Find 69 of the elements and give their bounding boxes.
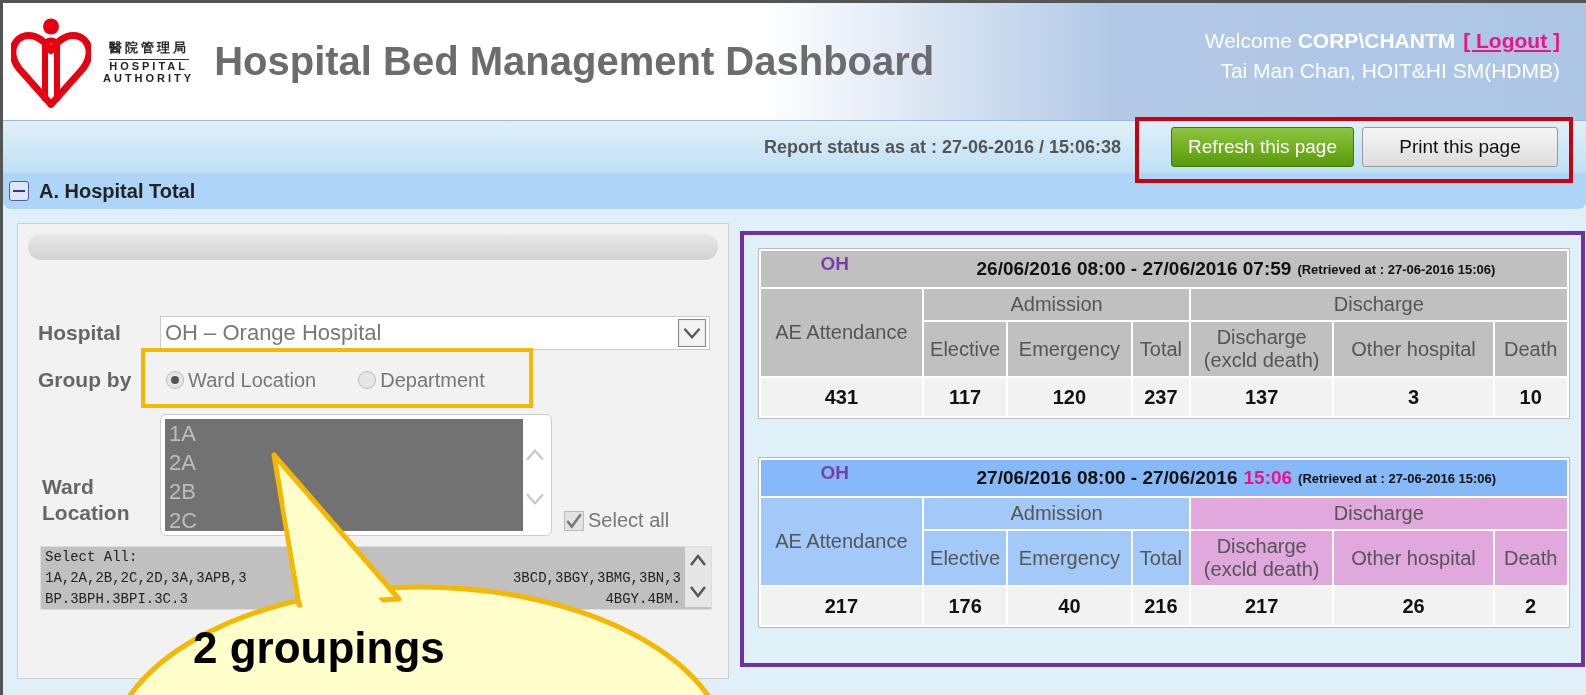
radio-label[interactable]: Ward Location: [188, 368, 317, 392]
column-header: Other hospital: [1333, 530, 1494, 586]
logout-link[interactable]: [ Logout ]: [1463, 29, 1560, 53]
table-cell: 217: [759, 586, 924, 626]
hospital-code: OH: [820, 252, 851, 275]
table-cell: 40: [1007, 586, 1132, 626]
column-header: Emergency: [1007, 530, 1132, 586]
retrieved-text: (Retrieved at : 27-06-2016 15:06): [1298, 470, 1497, 486]
selection-text: BP.3BPH.3BPI.3C.3: [45, 590, 188, 609]
checkbox-label[interactable]: Select all: [588, 509, 670, 532]
field-label: Hospital: [38, 321, 122, 345]
table-cell: 216: [1131, 586, 1191, 626]
column-header: Other hospital: [1333, 321, 1494, 377]
column-group-header: Admission: [923, 497, 1191, 530]
column-header: Total: [1131, 530, 1191, 586]
column-header: Emergency: [1007, 321, 1132, 377]
print-button[interactable]: Print this page: [1362, 127, 1558, 167]
table-cell: 120: [1007, 377, 1132, 417]
column-header: Elective: [923, 321, 1008, 377]
logo-text: AUTHORITY: [103, 72, 195, 84]
retrieved-text: (Retrieved at : 27-06-2016 15:06): [1297, 261, 1496, 277]
table-cell: 10: [1493, 377, 1568, 417]
select-all-checkbox[interactable]: [564, 510, 584, 531]
radio-label[interactable]: Department: [380, 368, 485, 392]
table-cell: 117: [923, 377, 1008, 417]
table-cell: 431: [759, 377, 924, 417]
welcome-text: Welcome CORP\CHANTM: [1204, 29, 1456, 53]
field-label: Ward Location: [42, 473, 131, 526]
section-title: A. Hospital Total: [39, 179, 196, 203]
column-group-header: Admission: [923, 288, 1191, 321]
selection-text: 3BCD,3BGY,3BMG,3BN,3: [512, 569, 681, 588]
column-header: Discharge (excld death): [1190, 321, 1334, 377]
period-text: 26/06/2016 08:00 - 27/06/2016 07:59: [976, 258, 1292, 280]
hospital-dropdown[interactable]: OH – Orange Hospital: [160, 316, 710, 350]
column-group-header: Discharge: [1190, 497, 1568, 530]
radio-button[interactable]: [358, 371, 377, 389]
callout-text: 2 groupings: [193, 623, 445, 673]
table-cell: 176: [923, 586, 1008, 626]
table-cell: 26: [1333, 586, 1494, 626]
column-group-header: Discharge: [1190, 288, 1568, 321]
selection-text: 1A,2A,2B,2C,2D,3A,3APB,3: [45, 569, 247, 588]
column-header: AE Attendance: [759, 497, 924, 586]
table-cell: 217: [1190, 586, 1334, 626]
column-header: AE Attendance: [759, 288, 924, 377]
table-cell: 237: [1131, 377, 1191, 417]
user-info-text: Tai Man Chan, HOIT&HI SM(HDMB): [1220, 59, 1560, 83]
column-header: Elective: [923, 530, 1008, 586]
field-label: Group by: [38, 368, 133, 392]
selection-text: 4BGY.4BM.: [605, 590, 681, 609]
period-text: 27/06/2016 08:00 - 27/06/2016: [976, 467, 1238, 489]
selection-text: Select All:: [45, 548, 138, 567]
radio-button[interactable]: [166, 371, 184, 389]
hospital-code: OH: [820, 461, 851, 484]
logo-text: HOSPITAL: [109, 60, 188, 72]
logo-chinese-text: 醫院管理局: [108, 39, 189, 60]
report-status-text: Report status as at : 27-06-2016 / 15:06:38: [763, 136, 1122, 158]
ward-list-box[interactable]: 1A 2A 2B 2C: [160, 414, 552, 536]
period-time-text: 15:06: [1243, 467, 1293, 489]
table-cell: 137: [1190, 377, 1334, 417]
page-title: Hospital Bed Management Dashboard: [214, 39, 935, 84]
column-header: Total: [1131, 321, 1191, 377]
table-cell: 2: [1493, 586, 1568, 626]
column-header: Death: [1493, 321, 1568, 377]
column-header: Discharge (excld death): [1190, 530, 1334, 586]
refresh-button[interactable]: Refresh this page: [1171, 127, 1354, 167]
table-cell: 3: [1333, 377, 1494, 417]
collapse-icon[interactable]: [9, 181, 29, 201]
column-header: Death: [1493, 530, 1568, 586]
chevron-down-icon: [678, 319, 706, 347]
